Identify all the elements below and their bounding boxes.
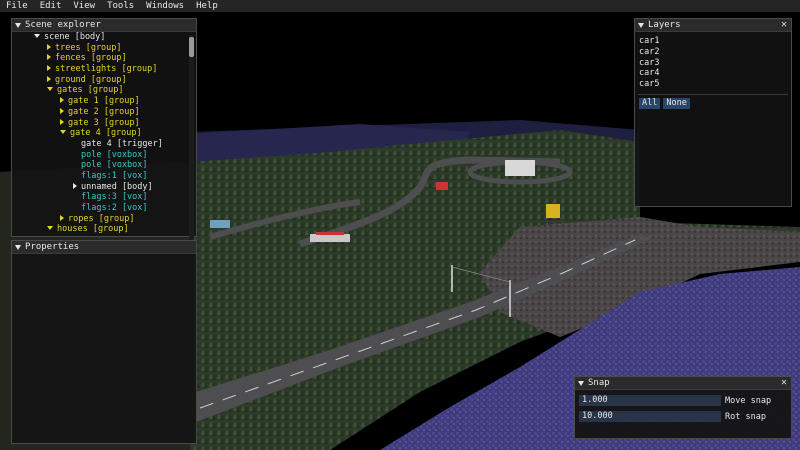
tree-node-label: pole [voxbox] bbox=[81, 160, 148, 171]
scene-tree: scene [body] trees [group] fences [group] s… bbox=[12, 32, 187, 236]
tree-node-label: unnamed [body] bbox=[81, 181, 153, 192]
tree-node-label: gate 1 [group] bbox=[68, 96, 140, 107]
layers-title-bar[interactable]: Layers ✕ bbox=[635, 19, 791, 32]
layer-item-car2[interactable]: car2 bbox=[635, 47, 791, 58]
layer-item-car1[interactable]: car1 bbox=[635, 36, 791, 47]
tree-node-label: houses [group] bbox=[57, 224, 129, 235]
layer-item-car4[interactable]: car4 bbox=[635, 68, 791, 79]
tree-node[interactable]: unnamed [body] bbox=[12, 182, 187, 193]
tree-node[interactable]: ropes [group] bbox=[12, 214, 187, 225]
tree-node-label: gates [group] bbox=[57, 85, 124, 96]
collapse-triangle-icon[interactable] bbox=[15, 22, 21, 28]
tree-node-label: gate 3 [group] bbox=[68, 117, 140, 128]
snap-title-bar[interactable]: Snap ✕ bbox=[575, 377, 791, 390]
collapsed-arrow-icon[interactable] bbox=[60, 214, 64, 221]
tree-node[interactable]: gate 2 [group] bbox=[12, 107, 187, 118]
none-button[interactable]: None bbox=[663, 97, 690, 109]
tree-node-label: scene [body] bbox=[44, 32, 106, 42]
tree-node-label: pole [voxbox] bbox=[81, 149, 148, 160]
scene-explorer-panel: Scene explorer scene [body] trees [group]… bbox=[11, 18, 197, 250]
scene-tree-scrollbar[interactable] bbox=[189, 35, 194, 250]
tree-node-label: fences [group] bbox=[55, 53, 127, 64]
snap-panel: Snap ✕ 1.000 Move snap 10.000 Rot snap bbox=[574, 376, 792, 439]
menu-view[interactable]: View bbox=[67, 0, 101, 12]
collapsed-arrow-icon[interactable] bbox=[60, 107, 64, 114]
scrollbar-thumb[interactable] bbox=[189, 37, 194, 57]
collapse-triangle-icon[interactable] bbox=[638, 22, 644, 28]
expanded-arrow-icon[interactable] bbox=[34, 34, 40, 38]
layer-item-car5[interactable]: car5 bbox=[635, 79, 791, 90]
rot-snap-input[interactable]: 10.000 bbox=[579, 411, 721, 422]
tree-node[interactable]: streetlights [group] bbox=[12, 64, 187, 75]
move-snap-row: 1.000 Move snap bbox=[575, 394, 791, 407]
collapse-triangle-icon[interactable] bbox=[578, 380, 584, 386]
tree-node[interactable]: houses [group] bbox=[12, 224, 187, 235]
tree-node[interactable]: gates [group] bbox=[12, 85, 187, 96]
tree-node-label: ropes [group] bbox=[68, 213, 135, 224]
tree-node[interactable]: gate 4 [group] bbox=[12, 128, 187, 139]
collapsed-arrow-icon[interactable] bbox=[73, 182, 77, 189]
scene-explorer-title: Scene explorer bbox=[25, 20, 101, 30]
tree-node[interactable]: ground [group] bbox=[12, 75, 187, 86]
collapsed-arrow-icon[interactable] bbox=[47, 75, 51, 82]
layers-separator bbox=[638, 93, 788, 95]
menu-help[interactable]: Help bbox=[190, 0, 224, 12]
collapsed-arrow-icon[interactable] bbox=[47, 65, 51, 72]
properties-panel: Properties bbox=[11, 240, 197, 444]
expanded-arrow-icon[interactable] bbox=[60, 130, 66, 135]
layers-list: car1 car2 car3 car4 car5 bbox=[635, 36, 791, 90]
tree-node-label: flags:2 [vox] bbox=[81, 203, 148, 213]
all-button[interactable]: All bbox=[639, 97, 661, 109]
collapsed-arrow-icon[interactable] bbox=[60, 97, 64, 104]
collapse-triangle-icon[interactable] bbox=[15, 244, 21, 250]
menu-windows[interactable]: Windows bbox=[140, 0, 190, 12]
tree-node-label: gate 2 [group] bbox=[68, 106, 140, 117]
layers-panel: Layers ✕ car1 car2 car3 car4 car5 All Non… bbox=[634, 18, 792, 207]
snap-title: Snap bbox=[588, 378, 610, 388]
tree-node-label: flags:3 [vox] bbox=[81, 192, 148, 203]
tree-node[interactable]: pole [voxbox] bbox=[12, 150, 187, 161]
layer-item-car3[interactable]: car3 bbox=[635, 58, 791, 69]
tree-node[interactable]: flags:2 [vox] bbox=[12, 203, 187, 214]
tree-node[interactable]: flags:1 [vox] bbox=[12, 171, 187, 182]
tree-node[interactable]: gate 4 [trigger] bbox=[12, 139, 187, 150]
menu-bar: File Edit View Tools Windows Help bbox=[0, 0, 800, 12]
collapsed-arrow-icon[interactable] bbox=[47, 43, 51, 50]
tree-node[interactable]: pole [voxbox] bbox=[12, 160, 187, 171]
tree-node[interactable]: gate 3 [group] bbox=[12, 118, 187, 129]
expanded-arrow-icon[interactable] bbox=[47, 226, 53, 231]
tree-node-label: flags:1 [vox] bbox=[81, 170, 148, 181]
layers-buttons: All None bbox=[635, 97, 791, 109]
collapsed-arrow-icon[interactable] bbox=[47, 54, 51, 61]
tree-node[interactable]: scene [body] bbox=[12, 32, 187, 43]
tree-node-label: gate 4 [group] bbox=[70, 128, 142, 139]
close-x-icon[interactable]: ✕ bbox=[781, 20, 787, 30]
rot-snap-row: 10.000 Rot snap bbox=[575, 410, 791, 423]
tree-node-label: streetlights [group] bbox=[55, 64, 158, 75]
tree-node[interactable]: trees [group] bbox=[12, 43, 187, 54]
move-snap-label: Move snap bbox=[725, 395, 772, 406]
tree-node[interactable]: gate 1 [group] bbox=[12, 96, 187, 107]
rot-snap-label: Rot snap bbox=[725, 411, 766, 422]
tree-node-label: ground [group] bbox=[55, 74, 127, 85]
layers-title: Layers bbox=[648, 20, 681, 30]
scene-explorer-title-bar[interactable]: Scene explorer bbox=[12, 19, 196, 32]
tree-node[interactable]: fences [group] bbox=[12, 53, 187, 64]
tree-node-label: gate 4 [trigger] bbox=[81, 138, 163, 149]
menu-edit[interactable]: Edit bbox=[34, 0, 68, 12]
properties-title-bar[interactable]: Properties bbox=[12, 241, 196, 254]
menu-tools[interactable]: Tools bbox=[101, 0, 140, 12]
expanded-arrow-icon[interactable] bbox=[47, 87, 53, 92]
collapsed-arrow-icon[interactable] bbox=[60, 118, 64, 125]
close-x-icon[interactable]: ✕ bbox=[781, 378, 787, 388]
menu-file[interactable]: File bbox=[0, 0, 34, 12]
tree-node[interactable]: flags:3 [vox] bbox=[12, 192, 187, 203]
move-snap-input[interactable]: 1.000 bbox=[579, 395, 721, 406]
tree-node-label: trees [group] bbox=[55, 42, 122, 53]
properties-title: Properties bbox=[25, 242, 80, 252]
